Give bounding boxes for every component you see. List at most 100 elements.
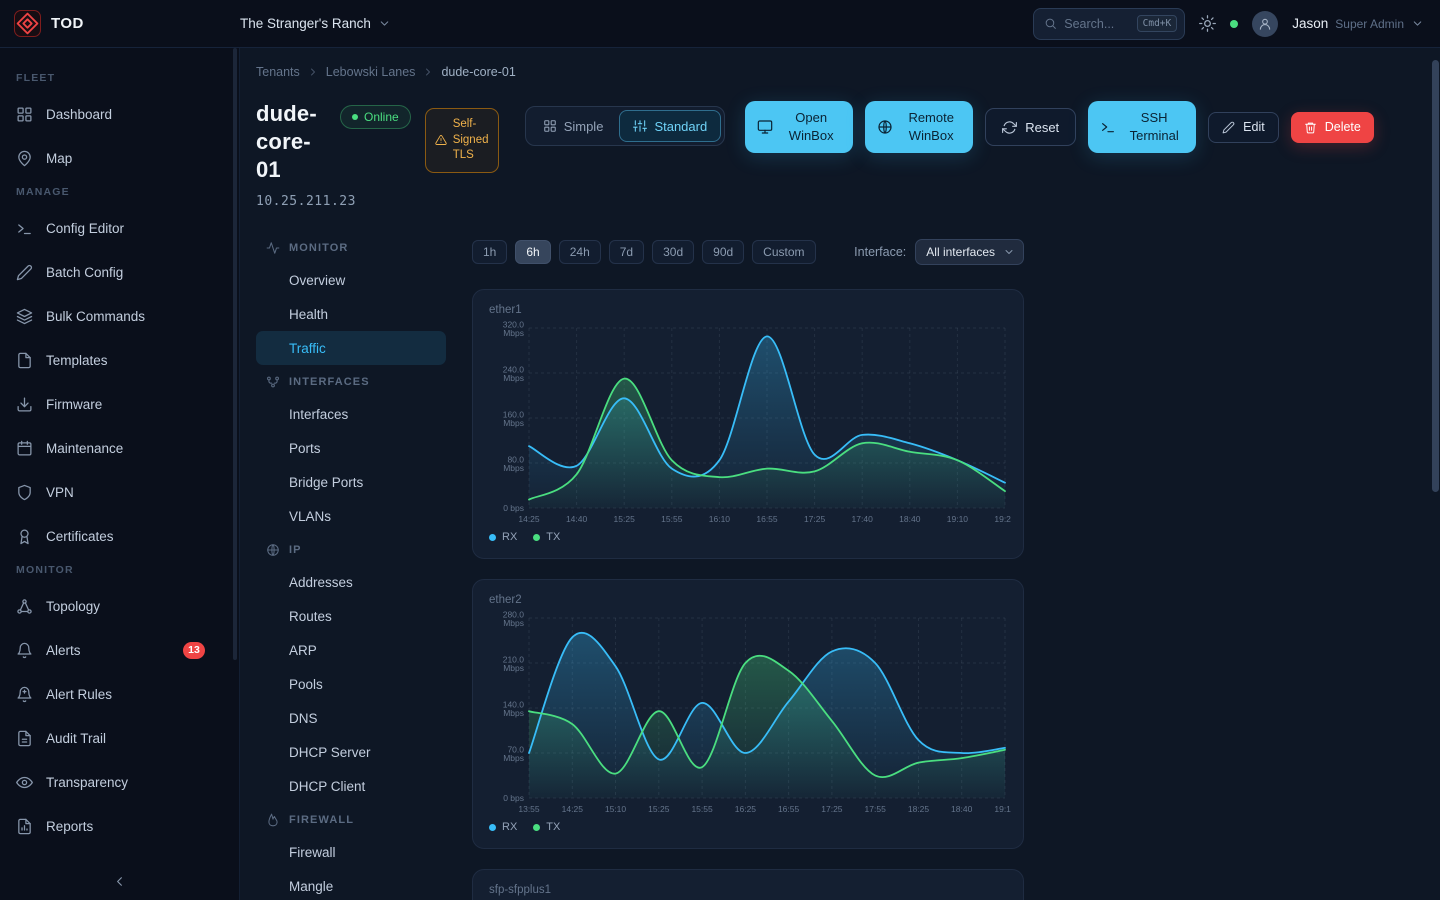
- svg-text:18:40: 18:40: [951, 804, 973, 814]
- reset-button[interactable]: Reset: [985, 108, 1076, 146]
- subnav-item-firewall[interactable]: Firewall: [256, 835, 446, 869]
- page-title: dude-core-01: [256, 100, 328, 184]
- grid-icon: [16, 106, 33, 123]
- subnav-item-overview[interactable]: Overview: [256, 263, 446, 297]
- button-label: Remote WinBox: [901, 109, 961, 144]
- main-content: Tenants Lebowski Lanes dude-core-01 dude…: [240, 48, 1440, 900]
- svg-text:18:40: 18:40: [899, 514, 921, 524]
- sidebar-scrollbar[interactable]: [233, 48, 237, 660]
- subnav-item-dhcp-server[interactable]: DHCP Server: [256, 735, 446, 769]
- subnav-item-bridge-ports[interactable]: Bridge Ports: [256, 465, 446, 499]
- legend-tx[interactable]: TX: [533, 821, 560, 833]
- time-range-30d[interactable]: 30d: [652, 240, 694, 264]
- search-shortcut-badge: Cmd+K: [1137, 15, 1178, 32]
- legend-rx[interactable]: RX: [489, 531, 517, 543]
- interface-select[interactable]: All interfaces: [915, 239, 1024, 265]
- user-menu[interactable]: Jason Super Admin: [1292, 16, 1424, 31]
- time-range-90d[interactable]: 90d: [702, 240, 744, 264]
- subnav-section-ip: IP: [256, 535, 452, 565]
- svg-text:17:25: 17:25: [804, 514, 826, 524]
- time-range-custom[interactable]: Custom: [752, 240, 815, 264]
- status-label: Online: [364, 110, 399, 124]
- subnav-item-mangle[interactable]: Mangle: [256, 869, 446, 900]
- svg-text:16:55: 16:55: [778, 804, 800, 814]
- pen-icon: [1222, 121, 1235, 134]
- charts-list: ether1 320.0Mbps240.0Mbps160.0Mbps80.0Mbp…: [472, 289, 1024, 900]
- subnav-item-ports[interactable]: Ports: [256, 431, 446, 465]
- traffic-chart[interactable]: 280.0Mbps210.0Mbps140.0Mbps70.0Mbps0 bps…: [487, 610, 1011, 816]
- sidebar-item-bulk-commands[interactable]: Bulk Commands: [0, 294, 239, 338]
- time-range-1h[interactable]: 1h: [472, 240, 507, 264]
- chevron-down-icon: [1003, 246, 1015, 258]
- mode-segment-simple[interactable]: Simple: [529, 110, 618, 142]
- pen-icon: [16, 264, 33, 281]
- sidebar-item-batch-config[interactable]: Batch Config: [0, 250, 239, 294]
- charts-column: 1h6h24h7d30d90dCustom Interface: All int…: [472, 233, 1024, 900]
- svg-text:15:25: 15:25: [614, 514, 636, 524]
- time-range-24h[interactable]: 24h: [559, 240, 601, 264]
- sidebar-item-certificates[interactable]: Certificates: [0, 514, 239, 558]
- chart-legend: RX TX: [487, 821, 1009, 833]
- sidebar-item-label: Firmware: [46, 397, 102, 412]
- avatar[interactable]: [1252, 11, 1278, 37]
- mode-segment-standard[interactable]: Standard: [619, 110, 721, 142]
- subnav-item-routes[interactable]: Routes: [256, 599, 446, 633]
- shield-icon: [16, 484, 33, 501]
- svg-text:15:55: 15:55: [661, 514, 683, 524]
- sidebar-item-audit-trail[interactable]: Audit Trail: [0, 716, 239, 760]
- sidebar-item-maintenance[interactable]: Maintenance: [0, 426, 239, 470]
- subnav-item-dhcp-client[interactable]: DHCP Client: [256, 769, 446, 803]
- subnav-item-vlans[interactable]: VLANs: [256, 499, 446, 533]
- legend-rx[interactable]: RX: [489, 821, 517, 833]
- page-scrollbar[interactable]: [1432, 50, 1439, 898]
- subnav-item-traffic[interactable]: Traffic: [256, 331, 446, 365]
- time-range-6h[interactable]: 6h: [515, 240, 550, 264]
- sidebar-collapse-button[interactable]: [112, 874, 127, 889]
- page-scrollbar-thumb[interactable]: [1432, 60, 1439, 492]
- chevron-down-icon: [378, 17, 391, 30]
- sidebar-item-topology[interactable]: Topology: [0, 584, 239, 628]
- open-winbox-button[interactable]: Open WinBox: [745, 101, 853, 153]
- subnav-item-health[interactable]: Health: [256, 297, 446, 331]
- delete-button[interactable]: Delete: [1291, 112, 1374, 143]
- remote-winbox-button[interactable]: Remote WinBox: [865, 101, 973, 153]
- subnav-item-dns[interactable]: DNS: [256, 701, 446, 735]
- sidebar-item-alerts[interactable]: Alerts13: [0, 628, 239, 672]
- traffic-chart[interactable]: 320.0Mbps240.0Mbps160.0Mbps80.0Mbps0 bps…: [487, 320, 1011, 526]
- search-input[interactable]: Search... Cmd+K: [1033, 8, 1185, 40]
- tenant-selector[interactable]: The Stranger's Ranch: [240, 16, 391, 31]
- subnav-item-arp[interactable]: ARP: [256, 633, 446, 667]
- app-logo-icon[interactable]: [14, 10, 41, 37]
- sidebar-item-alert-rules[interactable]: Alert Rules: [0, 672, 239, 716]
- ssh-terminal-button[interactable]: SSH Terminal: [1088, 101, 1196, 153]
- time-range-7d[interactable]: 7d: [609, 240, 644, 264]
- sidebar-item-dashboard[interactable]: Dashboard: [0, 92, 239, 136]
- mode-segment-label: Standard: [654, 119, 707, 134]
- sidebar-item-label: VPN: [46, 485, 74, 500]
- sidebar-item-templates[interactable]: Templates: [0, 338, 239, 382]
- theme-toggle-button[interactable]: [1199, 15, 1216, 32]
- sidebar-item-label: Bulk Commands: [46, 309, 145, 324]
- svg-text:Mbps: Mbps: [503, 463, 524, 473]
- sidebar-item-reports[interactable]: Reports: [0, 804, 239, 848]
- button-label: SSH Terminal: [1124, 109, 1184, 144]
- button-label: Edit: [1243, 120, 1265, 134]
- file-icon: [16, 352, 33, 369]
- legend-tx[interactable]: TX: [533, 531, 560, 543]
- sidebar-item-firmware[interactable]: Firmware: [0, 382, 239, 426]
- subnav-item-pools[interactable]: Pools: [256, 667, 446, 701]
- mode-segment-label: Simple: [564, 119, 604, 134]
- subnav-item-interfaces[interactable]: Interfaces: [256, 397, 446, 431]
- sidebar-item-vpn[interactable]: VPN: [0, 470, 239, 514]
- sidebar-item-config-editor[interactable]: Config Editor: [0, 206, 239, 250]
- sidebar-item-label: Config Editor: [46, 221, 124, 236]
- chart-title: ether1: [489, 304, 1009, 316]
- edit-button[interactable]: Edit: [1208, 112, 1279, 143]
- breadcrumb-tenants[interactable]: Tenants: [256, 65, 300, 79]
- subnav-item-addresses[interactable]: Addresses: [256, 565, 446, 599]
- sidebar-item-map[interactable]: Map: [0, 136, 239, 180]
- report-icon: [16, 818, 33, 835]
- chevron-left-icon: [112, 874, 127, 889]
- breadcrumb-tenant[interactable]: Lebowski Lanes: [326, 65, 416, 79]
- sidebar-item-transparency[interactable]: Transparency: [0, 760, 239, 804]
